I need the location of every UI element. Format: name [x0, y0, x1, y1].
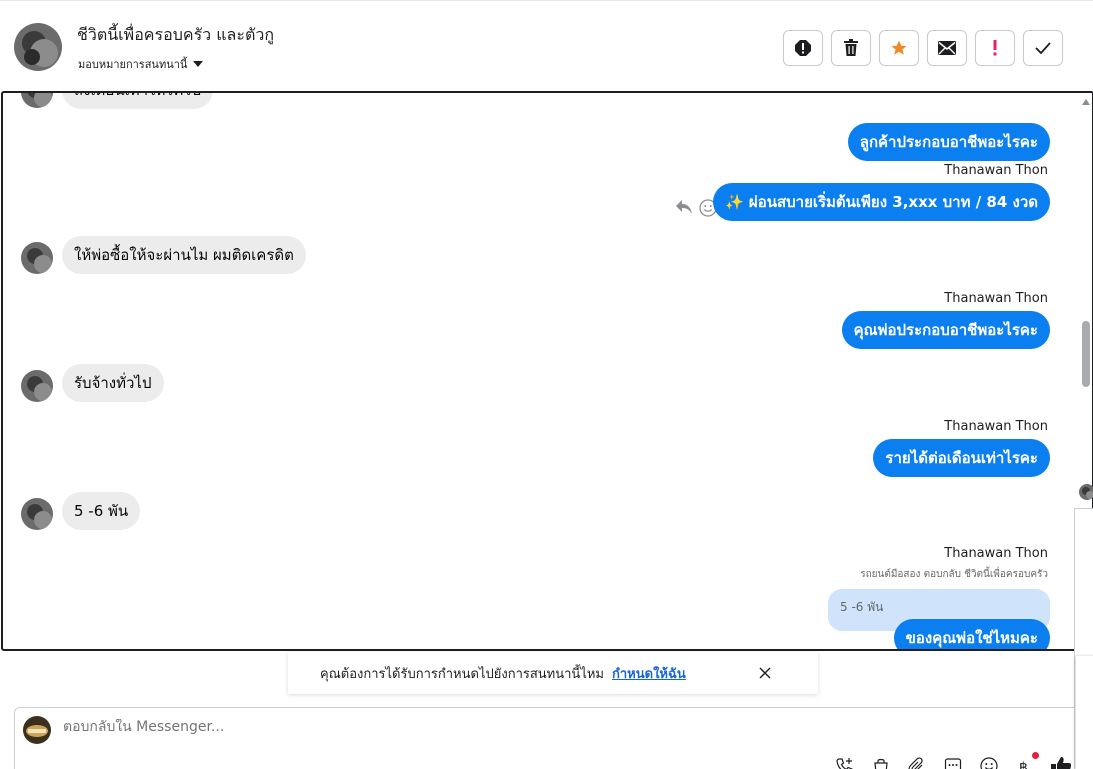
composer-toolbar: ฿ — [833, 752, 1073, 769]
reply-icon[interactable] — [675, 199, 693, 219]
conversation-header: ชีวิตนี้เพื่อครอบครัว และตัวกู มอบหมายกา… — [0, 0, 1093, 92]
important-icon — [993, 40, 997, 56]
incoming-message[interactable]: รับจ้างทั่วไป — [62, 364, 164, 402]
assign-suggestion-bar: คุณต้องการได้รับการกำหนดไปยังการสนทนานี้… — [288, 652, 818, 694]
sender-name: Thanawan Thon — [944, 163, 1048, 178]
emoji-icon[interactable] — [977, 754, 1001, 769]
mark-important-button[interactable] — [975, 30, 1015, 66]
trash-icon — [844, 39, 858, 56]
notification-dot — [1032, 752, 1039, 759]
outgoing-message[interactable]: รายได้ต่อเดือนเท่าไรคะ — [873, 439, 1050, 477]
caret-down-icon — [193, 61, 204, 67]
conversation-actions — [783, 30, 1063, 66]
saved-reply-icon[interactable] — [941, 754, 965, 769]
incoming-message[interactable]: ส่งเดือนเท่าไหร่ครับ — [62, 93, 214, 109]
baht-icon[interactable]: ฿ — [1013, 752, 1039, 769]
suggestion-text: คุณต้องการได้รับการกำหนดไปยังการสนทนานี้… — [320, 666, 604, 682]
check-icon — [1035, 42, 1051, 54]
report-spam-button[interactable] — [783, 30, 823, 66]
message-thread[interactable]: ส่งเดือนเท่าไหร่ครับ ลูกค้าประกอบอาชีพอะ… — [1, 91, 1093, 651]
envelope-icon — [938, 41, 956, 55]
side-panel-card — [1076, 656, 1093, 769]
scroll-thumb[interactable] — [1082, 321, 1090, 387]
close-icon[interactable] — [756, 664, 774, 682]
svg-text:฿: ฿ — [1019, 760, 1028, 769]
contact-avatar-small — [21, 498, 53, 530]
assign-label: มอบหมายการสนทนานี้ — [78, 58, 188, 71]
mark-done-button[interactable] — [1023, 30, 1063, 66]
sender-name: Thanawan Thon — [944, 291, 1048, 306]
contact-name: ชีวิตนี้เพื่อครอบครัว และตัวกู — [77, 25, 274, 44]
message-input[interactable] — [63, 719, 663, 735]
outgoing-message[interactable]: ของคุณพ่อใช่ไหมคะ — [893, 619, 1050, 649]
contact-avatar-small — [21, 93, 53, 108]
report-icon — [795, 40, 811, 56]
reply-context: รถยนต์มือสอง ตอบกลับ ชีวิตนี้เพื่อครอบคร… — [860, 569, 1048, 580]
scroll-up-arrow[interactable] — [1082, 99, 1090, 105]
contact-avatar-small — [21, 242, 53, 274]
star-button[interactable] — [879, 30, 919, 66]
attach-icon[interactable] — [905, 754, 929, 769]
shop-icon[interactable] — [869, 754, 893, 769]
assign-to-me-link[interactable]: กำหนดให้ฉัน — [612, 663, 686, 684]
contact-avatar[interactable] — [14, 23, 62, 71]
side-panel-avatar — [1079, 484, 1093, 500]
reply-composer: ฿ — [14, 707, 1084, 769]
incoming-message[interactable]: ให้พ่อซื้อให้จะผ่านไม ผมติดเครดิต — [62, 236, 306, 274]
incoming-message[interactable]: 5 -6 พัน — [62, 492, 141, 530]
delete-button[interactable] — [831, 30, 871, 66]
call-add-icon[interactable] — [833, 754, 857, 769]
contact-avatar-small — [21, 370, 53, 402]
page-avatar — [23, 716, 51, 744]
sender-name: Thanawan Thon — [944, 546, 1048, 561]
outgoing-message[interactable]: ลูกค้าประกอบอาชีพอะไรคะ — [847, 123, 1050, 161]
outgoing-message[interactable]: คุณพ่อประกอบอาชีพอะไรคะ — [841, 311, 1050, 349]
mark-unread-button[interactable] — [927, 30, 967, 66]
sender-name: Thanawan Thon — [944, 419, 1048, 434]
assign-conversation-dropdown[interactable]: มอบหมายการสนทนานี้ — [78, 55, 204, 73]
like-icon[interactable] — [1049, 754, 1073, 769]
outgoing-message[interactable]: ✨ ผ่อนสบายเริ่มต้นเพียง 3,xxx บาท / 84 ง… — [713, 183, 1050, 221]
star-icon — [891, 40, 907, 55]
